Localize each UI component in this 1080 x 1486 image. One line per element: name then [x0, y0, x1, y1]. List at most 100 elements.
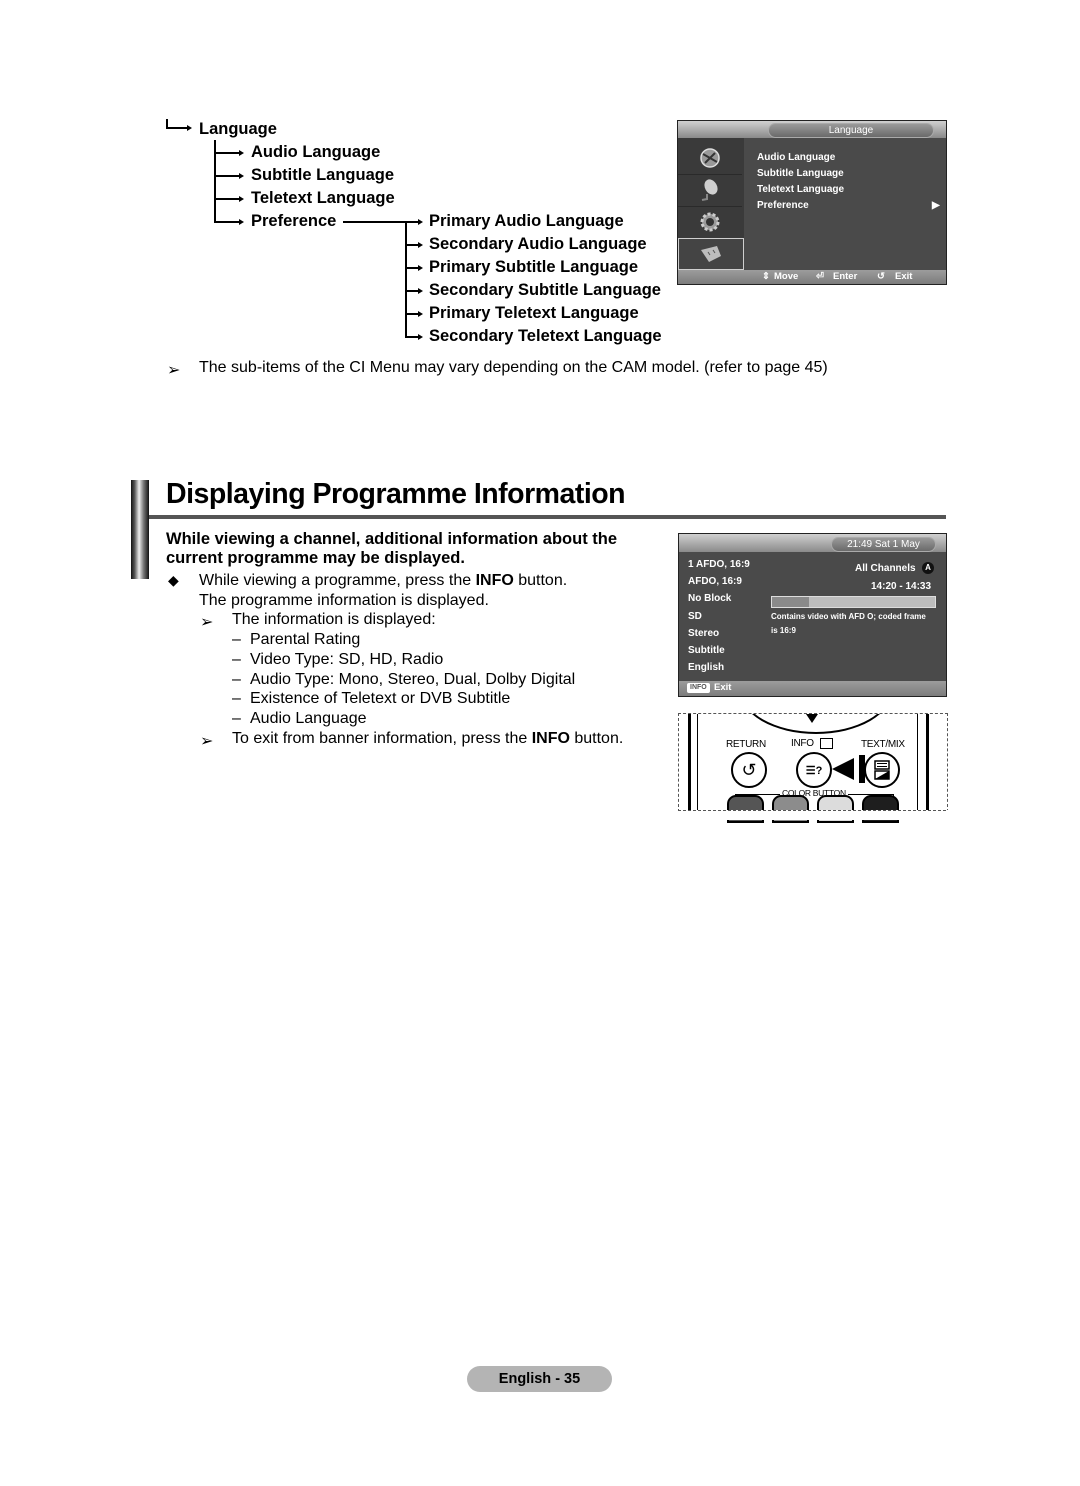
tree-grandchild: Secondary Subtitle Language — [429, 281, 661, 299]
tree-connector — [405, 290, 418, 292]
section-rule — [149, 515, 946, 519]
osd-help-enter: Enter — [833, 271, 858, 282]
section-lead-line1: While viewing a channel, additional info… — [166, 530, 618, 548]
bullet-diamond-icon: ◆ — [168, 572, 179, 588]
info-label: INFO — [791, 738, 814, 749]
remote-edge — [917, 714, 918, 811]
tree-arrow-icon — [187, 125, 192, 131]
ci-note: The sub-items of the CI Menu may vary de… — [199, 359, 828, 376]
tree-root: Language — [199, 120, 277, 138]
dash-icon: – — [232, 710, 241, 727]
info-note: The information is displayed: — [232, 611, 436, 628]
tree-child: Subtitle Language — [251, 166, 395, 184]
input-icon — [678, 238, 744, 270]
note-arrow-icon: ➢ — [200, 733, 214, 750]
info-key-label: INFO — [475, 572, 514, 589]
down-arrow-icon — [806, 714, 818, 723]
info-item: Existence of Teletext or DVB Subtitle — [250, 690, 511, 707]
osd-info-line: No Block — [688, 593, 732, 604]
osd-info-line: Subtitle — [688, 645, 725, 656]
tree-arrow-icon — [418, 288, 423, 294]
textmix-button[interactable] — [864, 752, 900, 788]
tree-arrow-icon — [239, 173, 244, 179]
tree-connector — [214, 221, 239, 223]
osd-info-line: AFDO, 16:9 — [688, 576, 742, 587]
tree-grandchild: Secondary Audio Language — [429, 235, 647, 253]
osd-menu-item[interactable]: Subtitle Language — [757, 168, 844, 179]
osd-sidebar — [678, 138, 744, 270]
osd-description-line1: Contains video with AFD O; coded frame — [771, 612, 926, 621]
info-item: Video Type: SD, HD, Radio — [250, 651, 444, 668]
remote-frame-bottom — [678, 810, 946, 811]
tree-connector — [405, 267, 418, 269]
osd-time-range: 14:20 - 14:33 — [871, 581, 932, 592]
info-button[interactable]: ☰? — [796, 752, 832, 788]
page-number: English - 35 — [467, 1366, 612, 1392]
tree-arrow-icon — [418, 265, 423, 271]
info-screen-icon — [820, 738, 833, 749]
programme-progress-fill — [772, 597, 810, 607]
osd-menu-item[interactable]: Audio Language — [757, 152, 835, 163]
info-item: Audio Language — [250, 710, 367, 727]
tree-arrow-icon — [418, 334, 423, 340]
tree-grandchild: Secondary Teletext Language — [429, 327, 662, 345]
tree-connector — [405, 221, 407, 337]
osd-help-exit: Exit — [895, 271, 913, 282]
tree-arrow-icon — [418, 311, 423, 317]
osd-help-move: Move — [774, 271, 799, 282]
osd-info-line: English — [688, 662, 725, 673]
note-arrow-icon: ➢ — [200, 614, 214, 631]
step-line2: The programme information is displayed. — [199, 592, 489, 609]
step-line: While viewing a programme, press the INF… — [199, 572, 567, 590]
tree-connector — [214, 175, 239, 177]
remote-edge — [688, 714, 691, 811]
tree-connector — [405, 221, 418, 223]
programme-progress-bar — [771, 596, 936, 608]
enter-icon: ⏎ — [816, 271, 824, 282]
dash-icon: – — [232, 671, 241, 688]
tree-grandchild: Primary Audio Language — [429, 212, 624, 230]
tree-connector — [166, 127, 187, 129]
osd-info-line: SD — [688, 611, 702, 622]
return-button[interactable]: ↺ — [731, 752, 767, 788]
tree-arrow-icon — [239, 150, 244, 156]
remote-control-illustration: RETURN INFO TEXT/MIX ↺ ☰? COLOR BUTTON — [678, 713, 948, 812]
osd-help-exit: Exit — [714, 682, 732, 693]
dash-icon: – — [232, 690, 241, 707]
tree-arrow-icon — [239, 196, 244, 202]
info-banner-screenshot: 21:49 Sat 1 May 1 AFDO, 16:9 AFDO, 16:9 … — [678, 533, 947, 697]
dash-icon: – — [232, 631, 241, 648]
osd-menu-item[interactable]: Preference — [757, 200, 809, 211]
osd-description-line2: is 16:9 — [771, 626, 796, 635]
picture-icon — [678, 142, 742, 175]
language-menu-screenshot: Language Audio Language Subtitle Languag… — [677, 120, 947, 285]
tree-child: Preference — [251, 212, 337, 230]
info-item: Parental Rating — [250, 631, 361, 648]
setup-icon — [678, 206, 742, 239]
exit-text: To exit from banner information, press t… — [232, 730, 532, 747]
pointer-arrow-icon — [832, 758, 854, 780]
tree-connector — [405, 336, 418, 338]
teletext-icon — [874, 760, 890, 780]
return-label: RETURN — [726, 739, 766, 750]
osd-help-bar: ⇕ Move ⏎ Enter ↺ Exit — [678, 270, 946, 284]
note-arrow-icon: ➢ — [167, 362, 181, 379]
step-text: button. — [513, 572, 568, 589]
move-icon: ⇕ — [762, 271, 770, 282]
section-title: Displaying Programme Information — [166, 478, 626, 510]
osd-help-bar: INFO Exit — [679, 681, 946, 696]
info-item: Audio Type: Mono, Stereo, Dual, Dolby Di… — [250, 671, 576, 688]
tree-connector — [405, 313, 418, 315]
step-text: While viewing a programme, press the — [199, 572, 476, 589]
osd-menu-item[interactable]: Teletext Language — [757, 184, 844, 195]
exit-text: button. — [569, 730, 624, 747]
exit-note: To exit from banner information, press t… — [232, 730, 623, 748]
tree-grandchild: Primary Teletext Language — [429, 304, 639, 322]
tree-arrow-icon — [239, 219, 244, 225]
return-icon: ↺ — [741, 759, 757, 780]
remote-edge — [926, 714, 929, 811]
osd-channel-list: All Channels — [855, 563, 916, 574]
osd-info-line: 1 AFDO, 16:9 — [688, 559, 750, 570]
remote-crop-mask — [678, 810, 948, 820]
submenu-arrow-icon: ▶ — [932, 200, 940, 211]
